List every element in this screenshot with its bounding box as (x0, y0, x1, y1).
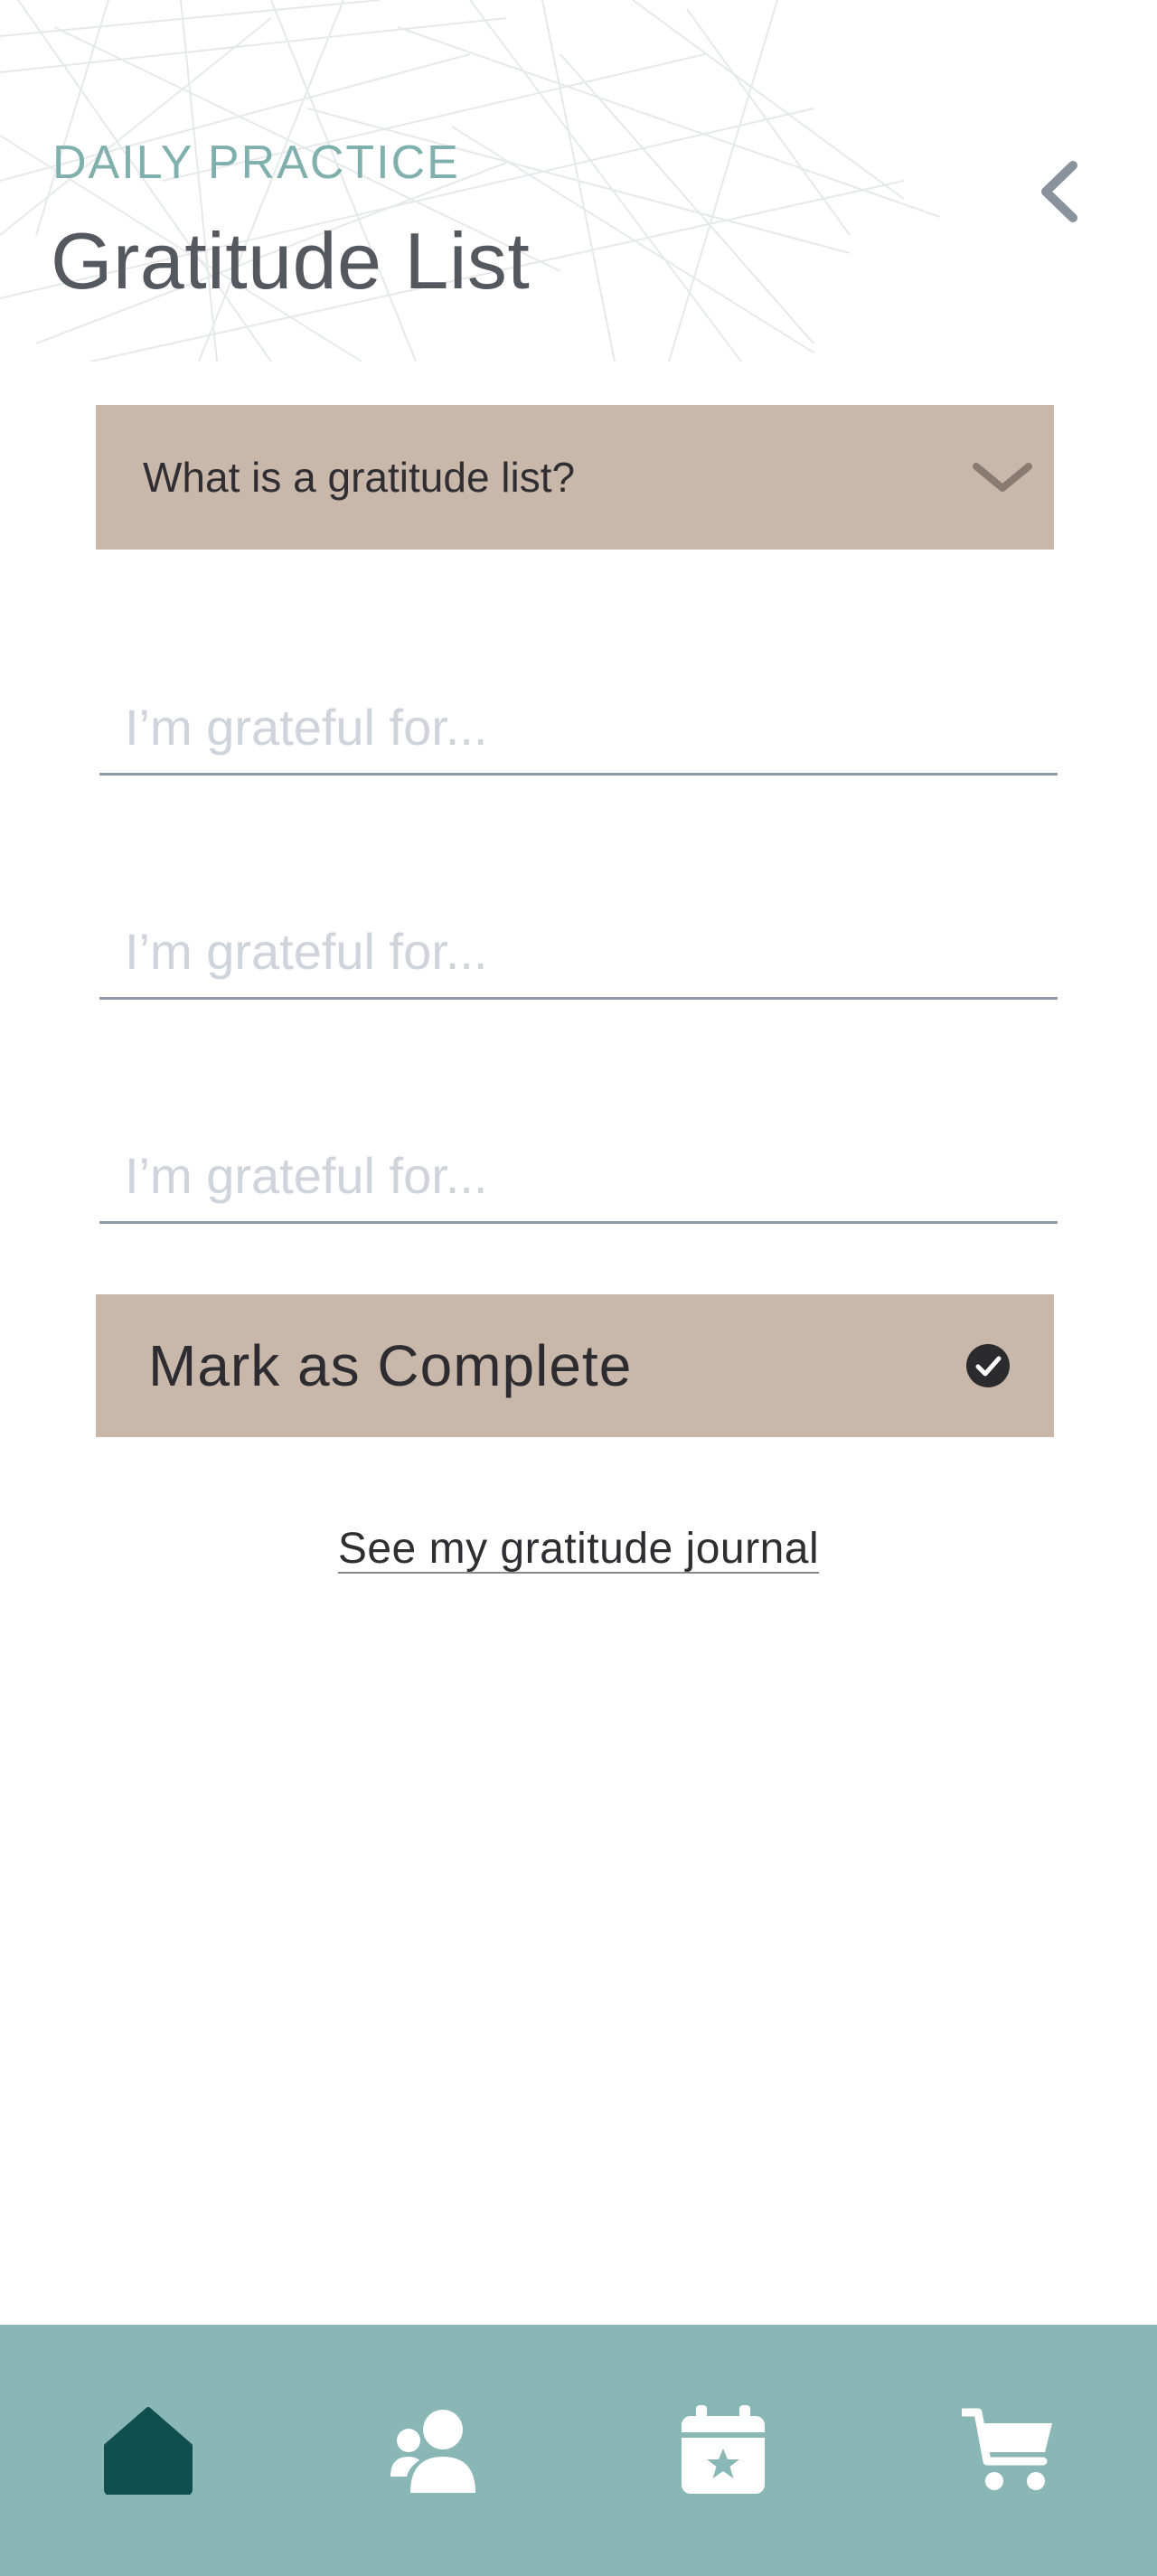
gratitude-journal-link[interactable]: See my gratitude journal (338, 1525, 819, 1573)
gratitude-entry-1-input[interactable] (99, 694, 1058, 776)
nav-profile[interactable] (362, 2325, 506, 2576)
back-button[interactable] (1030, 154, 1088, 230)
mark-complete-button[interactable]: Mark as Complete (96, 1294, 1054, 1437)
nav-cart[interactable] (936, 2325, 1081, 2576)
chevron-left-icon (1041, 161, 1077, 222)
accordion-label: What is a gratitude list? (143, 454, 576, 501)
chevron-down-icon (969, 455, 1036, 500)
nav-events[interactable] (651, 2325, 795, 2576)
gratitude-entry-2-input[interactable] (99, 918, 1058, 1000)
cart-icon (962, 2408, 1052, 2490)
bottom-nav (0, 2325, 1157, 2576)
check-circle-icon (966, 1344, 1010, 1387)
home-icon (104, 2407, 193, 2495)
section-eyebrow: DAILY PRACTICE (52, 136, 460, 189)
profile-icon (390, 2410, 475, 2493)
nav-home[interactable] (76, 2325, 221, 2576)
page-title: Gratitude List (51, 216, 531, 306)
mark-complete-label: Mark as Complete (148, 1333, 633, 1398)
gratitude-info-accordion[interactable]: What is a gratitude list? (96, 405, 1054, 550)
gratitude-entry-3-input[interactable] (99, 1142, 1058, 1224)
calendar-star-icon (682, 2405, 765, 2494)
